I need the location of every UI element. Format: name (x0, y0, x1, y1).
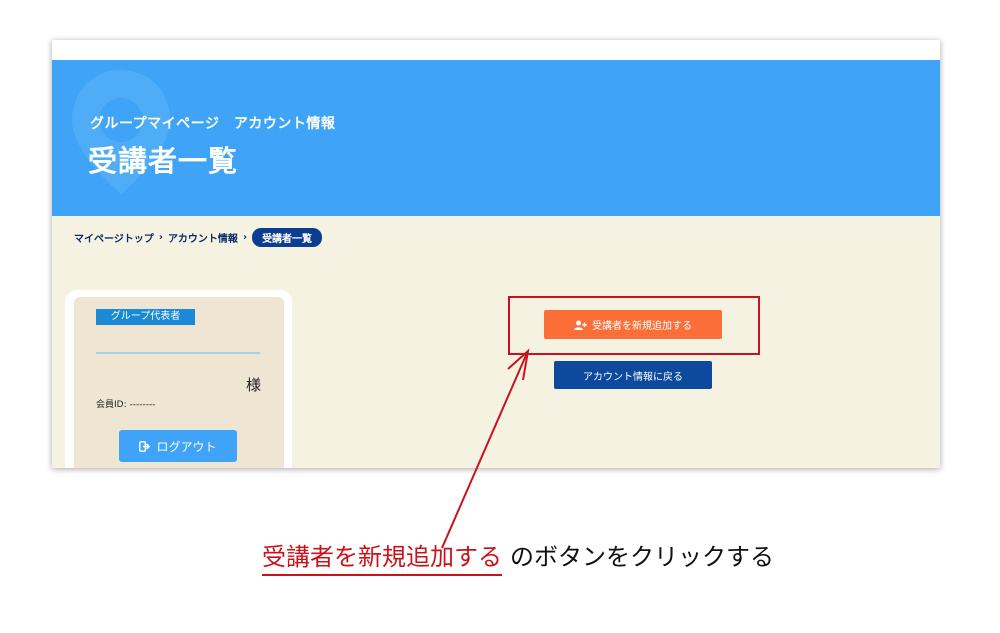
sign-out-icon (139, 440, 151, 452)
breadcrumb-separator: › (242, 232, 248, 243)
back-to-account-label: アカウント情報に戻る (583, 371, 683, 383)
member-id-label: 会員ID: (96, 400, 127, 410)
user-plus-icon (574, 320, 587, 330)
breadcrumb: マイページトップ › アカウント情報 › 受講者一覧 (74, 228, 323, 247)
logout-button[interactable]: ログアウト (119, 430, 237, 462)
add-student-button[interactable]: 受講者を新規追加する (544, 310, 722, 339)
breadcrumb-separator: › (158, 232, 163, 243)
member-id: 会員ID: -------- (96, 397, 155, 410)
page-title: 受講者一覧 (88, 144, 239, 178)
top-bar (52, 40, 940, 60)
page-subtitle: グループマイページ アカウント情報 (90, 116, 336, 132)
honorific-label: 様 (246, 376, 262, 394)
instruction-caption: 受講者を新規追加する のボタンをクリックする (262, 537, 774, 576)
page-header: グループマイページ アカウント情報 受講者一覧 (52, 60, 940, 216)
breadcrumb-current: 受講者一覧 (252, 228, 323, 247)
profile-card: グループ代表者 様 会員ID: -------- ログアウト (74, 297, 284, 468)
card-divider (96, 352, 260, 354)
breadcrumb-link-mypage-top[interactable]: マイページトップ (74, 230, 154, 245)
add-student-label: 受講者を新規追加する (592, 321, 692, 332)
instruction-emphasis: 受講者を新規追加する (262, 537, 502, 576)
instruction-text: のボタンをクリックする (510, 543, 774, 571)
back-to-account-button[interactable]: アカウント情報に戻る (554, 361, 712, 389)
breadcrumb-link-account-info[interactable]: アカウント情報 (168, 230, 238, 245)
logout-label: ログアウト (156, 439, 217, 454)
role-badge: グループ代表者 (96, 309, 195, 325)
member-id-value: -------- (129, 400, 156, 410)
browser-screenshot: グループマイページ アカウント情報 受講者一覧 マイページトップ › アカウント… (52, 40, 940, 468)
